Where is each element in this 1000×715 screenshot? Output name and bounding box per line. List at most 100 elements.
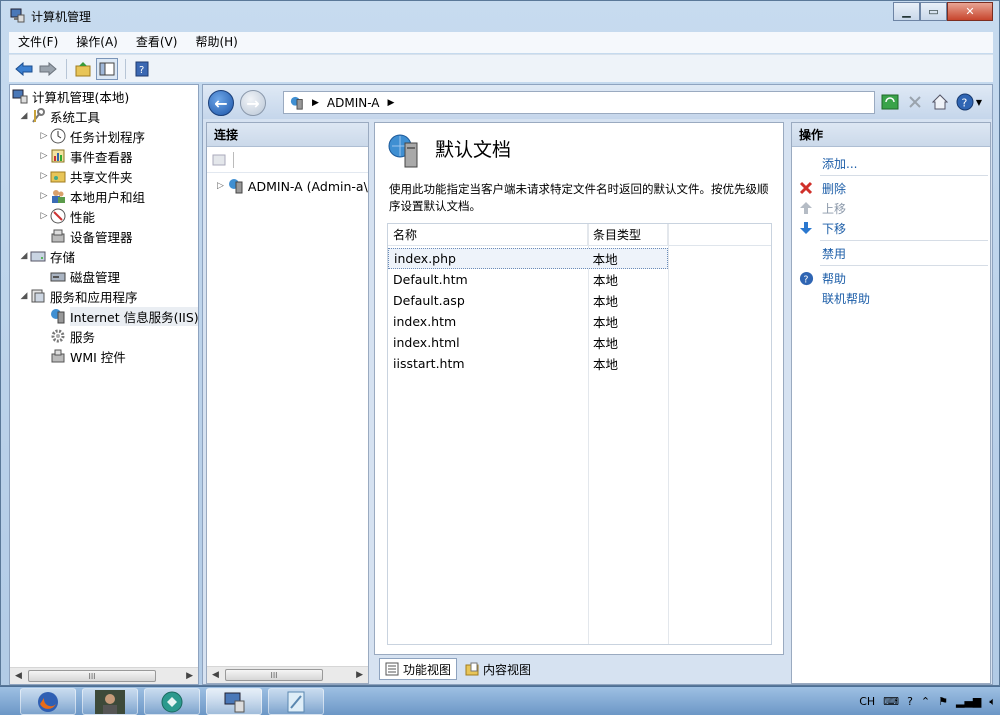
default-documents-list: 名称 条目类型 index.php 本地 Default.htm 本地 Defa…	[387, 223, 772, 645]
computer-management-icon	[12, 89, 28, 104]
document-icon	[287, 691, 305, 712]
address-field[interactable]: ▶ ADMIN-A ▶	[283, 91, 875, 114]
tree-item-event-viewer[interactable]: ▷ 事件查看器	[38, 146, 133, 166]
list-row[interactable]: iisstart.htm 本地	[388, 353, 668, 374]
taskbar-app-green[interactable]	[144, 688, 200, 715]
tree-item-device-manager[interactable]: 设备管理器	[50, 226, 133, 246]
collapsed-arrow-icon[interactable]: ▷	[38, 171, 50, 181]
expanded-arrow-icon[interactable]: ◢	[18, 291, 30, 301]
help-circle-icon[interactable]: ?	[907, 695, 913, 708]
refresh-button[interactable]	[879, 91, 901, 113]
tree-item-task-scheduler[interactable]: ▷ 任务计划程序	[38, 126, 145, 146]
tree-item-services[interactable]: 服务	[50, 326, 95, 346]
expanded-arrow-icon[interactable]: ◢	[18, 251, 30, 261]
iis-icon	[51, 309, 65, 324]
feature-title: 默认文档	[435, 139, 512, 161]
tree-horizontal-scrollbar[interactable]: ◀ III ▶	[10, 667, 198, 684]
scroll-left-icon[interactable]: ◀	[212, 670, 219, 680]
menu-file[interactable]: 文件(F)	[9, 32, 67, 53]
svg-text:?: ?	[803, 274, 808, 285]
help-circle-icon: ?	[956, 93, 974, 111]
tree-item-system-tools[interactable]: ◢ 系统工具	[18, 106, 100, 126]
action-remove[interactable]: 删除	[792, 178, 990, 198]
list-row[interactable]: Default.asp 本地	[388, 290, 668, 311]
scroll-right-icon[interactable]: ▶	[186, 671, 193, 681]
tree-item-iis[interactable]: Internet 信息服务(IIS)管	[50, 306, 198, 326]
tab-content-view[interactable]: 内容视图	[459, 658, 537, 680]
list-header: 名称 条目类型	[388, 224, 771, 246]
help-book-icon: ?	[135, 61, 149, 76]
up-level-button[interactable]	[72, 58, 94, 80]
tab-features-view[interactable]: 功能视图	[379, 658, 458, 680]
back-button[interactable]	[13, 58, 35, 80]
tree-item-disk-management[interactable]: 磁盘管理	[50, 266, 120, 286]
connection-node[interactable]: ▷ ADMIN-A (Admin-a\	[217, 178, 368, 194]
collapsed-arrow-icon[interactable]: ▷	[217, 181, 224, 191]
menu-view[interactable]: 查看(V)	[127, 32, 187, 53]
action-move-down[interactable]: 下移	[792, 218, 990, 238]
action-online-help[interactable]: 联机帮助	[792, 288, 990, 308]
action-add[interactable]: 添加...	[792, 153, 990, 173]
toolbar: ?	[9, 54, 993, 82]
column-entry-type[interactable]: 条目类型	[588, 224, 668, 245]
menu-help[interactable]: 帮助(H)	[186, 32, 246, 53]
scrollbar-thumb[interactable]: III	[28, 670, 156, 682]
collapsed-arrow-icon[interactable]: ▷	[38, 211, 50, 221]
help-button[interactable]: ?	[131, 58, 153, 80]
scrollbar-thumb[interactable]: III	[225, 669, 323, 681]
stop-button[interactable]	[904, 91, 926, 113]
network-icon[interactable]: ▂▄▆	[956, 695, 981, 708]
event-viewer-icon	[51, 149, 65, 163]
taskbar: CH ⌨ ? ⌃ ⚑ ▂▄▆ 🔈︎	[0, 686, 1000, 715]
breadcrumb-segment[interactable]: ADMIN-A	[327, 96, 380, 110]
maximize-button[interactable]: ▭	[920, 2, 947, 21]
close-button[interactable]: ✕	[947, 2, 993, 21]
minimize-button[interactable]: ▁	[893, 2, 920, 21]
list-row[interactable]: index.htm 本地	[388, 311, 668, 332]
scroll-right-icon[interactable]: ▶	[356, 670, 363, 680]
list-row[interactable]: Default.htm 本地	[388, 269, 668, 290]
tree-item-local-users[interactable]: ▷ 本地用户和组	[38, 186, 145, 206]
taskbar-firefox[interactable]	[20, 688, 76, 715]
input-language[interactable]: CH	[859, 695, 875, 708]
stop-icon	[909, 96, 921, 108]
list-row[interactable]: index.php 本地	[388, 248, 668, 269]
volume-icon[interactable]: 🔈︎	[989, 695, 996, 709]
tree-item-services-apps[interactable]: ◢ 服务和应用程序	[18, 286, 138, 306]
flag-icon[interactable]: ⚑	[938, 695, 948, 708]
show-hide-tree-button[interactable]	[96, 57, 118, 80]
collapsed-arrow-icon[interactable]: ▷	[38, 151, 50, 161]
delete-x-icon	[798, 180, 814, 196]
column-name[interactable]: 名称	[388, 224, 588, 245]
tree-root[interactable]: 计算机管理(本地)	[12, 86, 129, 106]
list-row[interactable]: index.html 本地	[388, 332, 668, 353]
help-dropdown-button[interactable]: ? ▼	[954, 91, 984, 113]
taskbar-app-doc[interactable]	[268, 688, 324, 715]
action-separator	[820, 240, 988, 241]
forward-button[interactable]	[37, 58, 59, 80]
chevron-up-icon[interactable]: ⌃	[921, 695, 930, 708]
taskbar-computer-management[interactable]	[206, 688, 262, 715]
storage-icon	[30, 251, 46, 262]
gear-icon	[51, 329, 65, 343]
connect-icon[interactable]	[211, 152, 227, 168]
scroll-left-icon[interactable]: ◀	[15, 671, 22, 681]
menu-action[interactable]: 操作(A)	[67, 32, 127, 53]
default-document-icon	[388, 134, 418, 168]
keyboard-icon[interactable]: ⌨	[883, 695, 899, 708]
nav-back-button[interactable]: ←	[208, 90, 234, 116]
breadcrumb-arrow-icon[interactable]: ▶	[388, 98, 395, 108]
tree-item-storage[interactable]: ◢ 存储	[18, 246, 75, 266]
nav-forward-button[interactable]: →	[240, 90, 266, 116]
action-disable[interactable]: 禁用	[792, 243, 990, 263]
expanded-arrow-icon[interactable]: ◢	[18, 111, 30, 121]
taskbar-photo-app[interactable]	[82, 688, 138, 715]
tree-item-shared-folders[interactable]: ▷ 共享文件夹	[38, 166, 133, 186]
tree-item-performance[interactable]: ▷ 性能	[38, 206, 95, 226]
tree-item-wmi[interactable]: WMI 控件	[50, 346, 126, 366]
collapsed-arrow-icon[interactable]: ▷	[38, 191, 50, 201]
action-help[interactable]: ? 帮助	[792, 268, 990, 288]
home-button[interactable]	[929, 91, 951, 113]
connections-horizontal-scrollbar[interactable]: ◀ III ▶	[207, 666, 368, 683]
collapsed-arrow-icon[interactable]: ▷	[38, 131, 50, 141]
